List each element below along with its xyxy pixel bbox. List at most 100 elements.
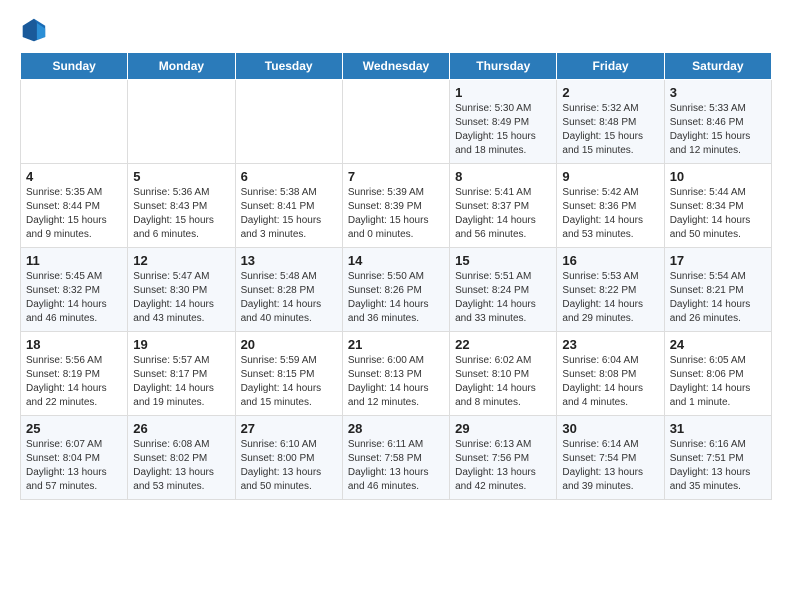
weekday-header: Sunday bbox=[21, 53, 128, 80]
calendar-cell: 13 Sunrise: 5:48 AM Sunset: 8:28 PM Dayli… bbox=[235, 248, 342, 332]
day-number: 26 bbox=[133, 421, 229, 436]
day-info: Sunrise: 6:16 AM Sunset: 7:51 PM Dayligh… bbox=[670, 438, 766, 494]
day-number: 29 bbox=[455, 421, 551, 436]
weekday-header-row: SundayMondayTuesdayWednesdayThursdayFrid… bbox=[21, 53, 772, 80]
day-info: Sunrise: 6:07 AM Sunset: 8:04 PM Dayligh… bbox=[26, 438, 122, 494]
day-info: Sunrise: 5:54 AM Sunset: 8:21 PM Dayligh… bbox=[670, 270, 766, 326]
calendar-cell bbox=[21, 80, 128, 164]
day-number: 1 bbox=[455, 85, 551, 100]
day-info: Sunrise: 5:32 AM Sunset: 8:48 PM Dayligh… bbox=[562, 102, 658, 158]
day-number: 6 bbox=[241, 169, 337, 184]
calendar-cell: 25 Sunrise: 6:07 AM Sunset: 8:04 PM Dayli… bbox=[21, 416, 128, 500]
day-info: Sunrise: 5:39 AM Sunset: 8:39 PM Dayligh… bbox=[348, 186, 444, 242]
day-number: 18 bbox=[26, 337, 122, 352]
weekday-header: Friday bbox=[557, 53, 664, 80]
day-number: 17 bbox=[670, 253, 766, 268]
day-info: Sunrise: 5:48 AM Sunset: 8:28 PM Dayligh… bbox=[241, 270, 337, 326]
header bbox=[20, 16, 772, 44]
calendar-cell bbox=[235, 80, 342, 164]
weekday-header: Thursday bbox=[450, 53, 557, 80]
day-number: 5 bbox=[133, 169, 229, 184]
day-info: Sunrise: 5:38 AM Sunset: 8:41 PM Dayligh… bbox=[241, 186, 337, 242]
calendar-table: SundayMondayTuesdayWednesdayThursdayFrid… bbox=[20, 52, 772, 500]
day-info: Sunrise: 6:14 AM Sunset: 7:54 PM Dayligh… bbox=[562, 438, 658, 494]
day-number: 12 bbox=[133, 253, 229, 268]
calendar-cell: 31 Sunrise: 6:16 AM Sunset: 7:51 PM Dayli… bbox=[664, 416, 771, 500]
day-number: 10 bbox=[670, 169, 766, 184]
calendar-cell: 27 Sunrise: 6:10 AM Sunset: 8:00 PM Dayli… bbox=[235, 416, 342, 500]
weekday-header: Monday bbox=[128, 53, 235, 80]
calendar-cell: 5 Sunrise: 5:36 AM Sunset: 8:43 PM Daylig… bbox=[128, 164, 235, 248]
weekday-header: Saturday bbox=[664, 53, 771, 80]
day-info: Sunrise: 6:11 AM Sunset: 7:58 PM Dayligh… bbox=[348, 438, 444, 494]
day-number: 25 bbox=[26, 421, 122, 436]
day-number: 11 bbox=[26, 253, 122, 268]
day-info: Sunrise: 5:42 AM Sunset: 8:36 PM Dayligh… bbox=[562, 186, 658, 242]
day-info: Sunrise: 5:59 AM Sunset: 8:15 PM Dayligh… bbox=[241, 354, 337, 410]
calendar-cell: 29 Sunrise: 6:13 AM Sunset: 7:56 PM Dayli… bbox=[450, 416, 557, 500]
day-info: Sunrise: 5:36 AM Sunset: 8:43 PM Dayligh… bbox=[133, 186, 229, 242]
calendar-page: SundayMondayTuesdayWednesdayThursdayFrid… bbox=[0, 0, 792, 516]
day-number: 21 bbox=[348, 337, 444, 352]
calendar-week-row: 25 Sunrise: 6:07 AM Sunset: 8:04 PM Dayli… bbox=[21, 416, 772, 500]
calendar-cell: 16Sunrise: 5:53 AM Sunset: 8:22 PM Dayli… bbox=[557, 248, 664, 332]
calendar-cell: 28 Sunrise: 6:11 AM Sunset: 7:58 PM Dayli… bbox=[342, 416, 449, 500]
day-info: Sunrise: 5:30 AM Sunset: 8:49 PM Dayligh… bbox=[455, 102, 551, 158]
day-info: Sunrise: 6:10 AM Sunset: 8:00 PM Dayligh… bbox=[241, 438, 337, 494]
day-info: Sunrise: 6:02 AM Sunset: 8:10 PM Dayligh… bbox=[455, 354, 551, 410]
day-number: 13 bbox=[241, 253, 337, 268]
calendar-cell: 9Sunrise: 5:42 AM Sunset: 8:36 PM Daylig… bbox=[557, 164, 664, 248]
calendar-cell: 2Sunrise: 5:32 AM Sunset: 8:48 PM Daylig… bbox=[557, 80, 664, 164]
day-number: 31 bbox=[670, 421, 766, 436]
day-number: 30 bbox=[562, 421, 658, 436]
calendar-cell: 18Sunrise: 5:56 AM Sunset: 8:19 PM Dayli… bbox=[21, 332, 128, 416]
day-info: Sunrise: 5:47 AM Sunset: 8:30 PM Dayligh… bbox=[133, 270, 229, 326]
day-info: Sunrise: 6:13 AM Sunset: 7:56 PM Dayligh… bbox=[455, 438, 551, 494]
calendar-cell: 17 Sunrise: 5:54 AM Sunset: 8:21 PM Dayli… bbox=[664, 248, 771, 332]
weekday-header: Wednesday bbox=[342, 53, 449, 80]
day-info: Sunrise: 6:04 AM Sunset: 8:08 PM Dayligh… bbox=[562, 354, 658, 410]
day-number: 28 bbox=[348, 421, 444, 436]
day-number: 8 bbox=[455, 169, 551, 184]
day-info: Sunrise: 5:33 AM Sunset: 8:46 PM Dayligh… bbox=[670, 102, 766, 158]
calendar-cell: 21 Sunrise: 6:00 AM Sunset: 8:13 PM Dayli… bbox=[342, 332, 449, 416]
day-info: Sunrise: 5:44 AM Sunset: 8:34 PM Dayligh… bbox=[670, 186, 766, 242]
calendar-week-row: 18Sunrise: 5:56 AM Sunset: 8:19 PM Dayli… bbox=[21, 332, 772, 416]
day-number: 3 bbox=[670, 85, 766, 100]
logo-icon bbox=[20, 16, 48, 44]
calendar-cell: 4 Sunrise: 5:35 AM Sunset: 8:44 PM Daylig… bbox=[21, 164, 128, 248]
day-info: Sunrise: 5:35 AM Sunset: 8:44 PM Dayligh… bbox=[26, 186, 122, 242]
day-info: Sunrise: 6:00 AM Sunset: 8:13 PM Dayligh… bbox=[348, 354, 444, 410]
calendar-cell: 7 Sunrise: 5:39 AM Sunset: 8:39 PM Daylig… bbox=[342, 164, 449, 248]
day-number: 16 bbox=[562, 253, 658, 268]
day-number: 7 bbox=[348, 169, 444, 184]
day-number: 27 bbox=[241, 421, 337, 436]
calendar-week-row: 1 Sunrise: 5:30 AM Sunset: 8:49 PM Daylig… bbox=[21, 80, 772, 164]
day-number: 14 bbox=[348, 253, 444, 268]
day-info: Sunrise: 5:45 AM Sunset: 8:32 PM Dayligh… bbox=[26, 270, 122, 326]
calendar-cell: 20 Sunrise: 5:59 AM Sunset: 8:15 PM Dayli… bbox=[235, 332, 342, 416]
day-info: Sunrise: 5:41 AM Sunset: 8:37 PM Dayligh… bbox=[455, 186, 551, 242]
calendar-cell: 6 Sunrise: 5:38 AM Sunset: 8:41 PM Daylig… bbox=[235, 164, 342, 248]
calendar-cell: 12 Sunrise: 5:47 AM Sunset: 8:30 PM Dayli… bbox=[128, 248, 235, 332]
calendar-cell: 8 Sunrise: 5:41 AM Sunset: 8:37 PM Daylig… bbox=[450, 164, 557, 248]
day-number: 4 bbox=[26, 169, 122, 184]
calendar-cell bbox=[128, 80, 235, 164]
calendar-cell: 10 Sunrise: 5:44 AM Sunset: 8:34 PM Dayli… bbox=[664, 164, 771, 248]
calendar-cell: 3 Sunrise: 5:33 AM Sunset: 8:46 PM Daylig… bbox=[664, 80, 771, 164]
day-number: 20 bbox=[241, 337, 337, 352]
day-number: 19 bbox=[133, 337, 229, 352]
calendar-cell bbox=[342, 80, 449, 164]
day-info: Sunrise: 5:50 AM Sunset: 8:26 PM Dayligh… bbox=[348, 270, 444, 326]
calendar-cell: 23Sunrise: 6:04 AM Sunset: 8:08 PM Dayli… bbox=[557, 332, 664, 416]
calendar-cell: 22 Sunrise: 6:02 AM Sunset: 8:10 PM Dayli… bbox=[450, 332, 557, 416]
day-number: 22 bbox=[455, 337, 551, 352]
calendar-cell: 14 Sunrise: 5:50 AM Sunset: 8:26 PM Dayli… bbox=[342, 248, 449, 332]
calendar-cell: 24Sunrise: 6:05 AM Sunset: 8:06 PM Dayli… bbox=[664, 332, 771, 416]
day-info: Sunrise: 5:57 AM Sunset: 8:17 PM Dayligh… bbox=[133, 354, 229, 410]
calendar-cell: 30 Sunrise: 6:14 AM Sunset: 7:54 PM Dayli… bbox=[557, 416, 664, 500]
calendar-week-row: 4 Sunrise: 5:35 AM Sunset: 8:44 PM Daylig… bbox=[21, 164, 772, 248]
calendar-cell: 15Sunrise: 5:51 AM Sunset: 8:24 PM Dayli… bbox=[450, 248, 557, 332]
weekday-header: Tuesday bbox=[235, 53, 342, 80]
calendar-week-row: 11 Sunrise: 5:45 AM Sunset: 8:32 PM Dayli… bbox=[21, 248, 772, 332]
